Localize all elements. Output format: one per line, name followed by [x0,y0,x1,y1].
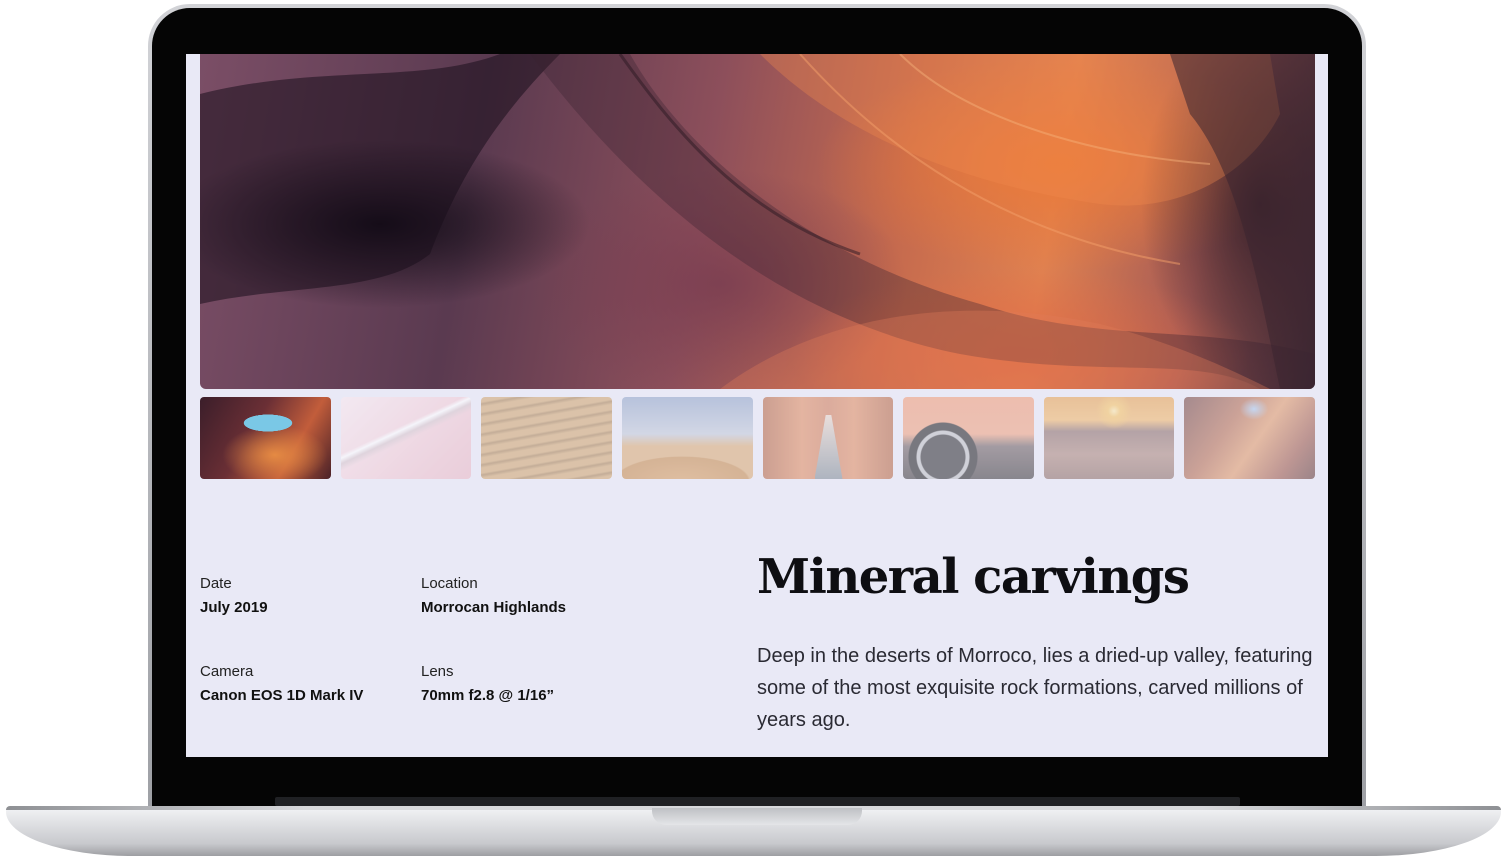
page-title: Mineral carvings [757,549,1190,605]
thumbnail-desert-sunset[interactable] [1043,397,1175,479]
meta-location-value: Morrocan Highlands [421,599,567,616]
meta-camera-value: Canon EOS 1D Mark IV [200,687,364,704]
thumbnail-orange-corridor[interactable] [762,397,894,479]
thumbnail-canyon-arch[interactable] [200,397,331,479]
hero-image [200,54,1315,389]
meta-lens-value: 70mm f2.8 @ 1/16” [421,687,555,704]
laptop-notch [652,808,862,825]
thumbnail-sand-ripples[interactable] [481,397,612,479]
meta-lens: Lens 70mm f2.8 @ 1/16” [421,663,621,705]
meta-camera: Camera Canon EOS 1D Mark IV [200,663,400,705]
laptop-hinge [275,797,1240,806]
meta-date: Date July 2019 [200,575,400,617]
thumbnail-car-wheel[interactable] [903,397,1034,479]
thumbnail-pink-escalator[interactable] [340,397,472,479]
meta-date-value: July 2019 [200,599,268,616]
meta-date-label: Date [200,575,232,592]
thumbnail-canyon-walls[interactable] [1184,397,1315,479]
hero-image-texture [200,54,1315,389]
meta-camera-label: Camera [200,663,254,680]
thumbnail-strip [200,397,1315,479]
meta-location-label: Location [421,575,478,592]
meta-location: Location Morrocan Highlands [421,575,621,617]
page-description: Deep in the deserts of Morroco, lies a d… [757,645,1313,731]
thumbnail-desert-dune[interactable] [621,397,753,479]
meta-lens-label: Lens [421,663,454,680]
screen: Date July 2019 Location Morrocan Highlan… [186,54,1328,757]
